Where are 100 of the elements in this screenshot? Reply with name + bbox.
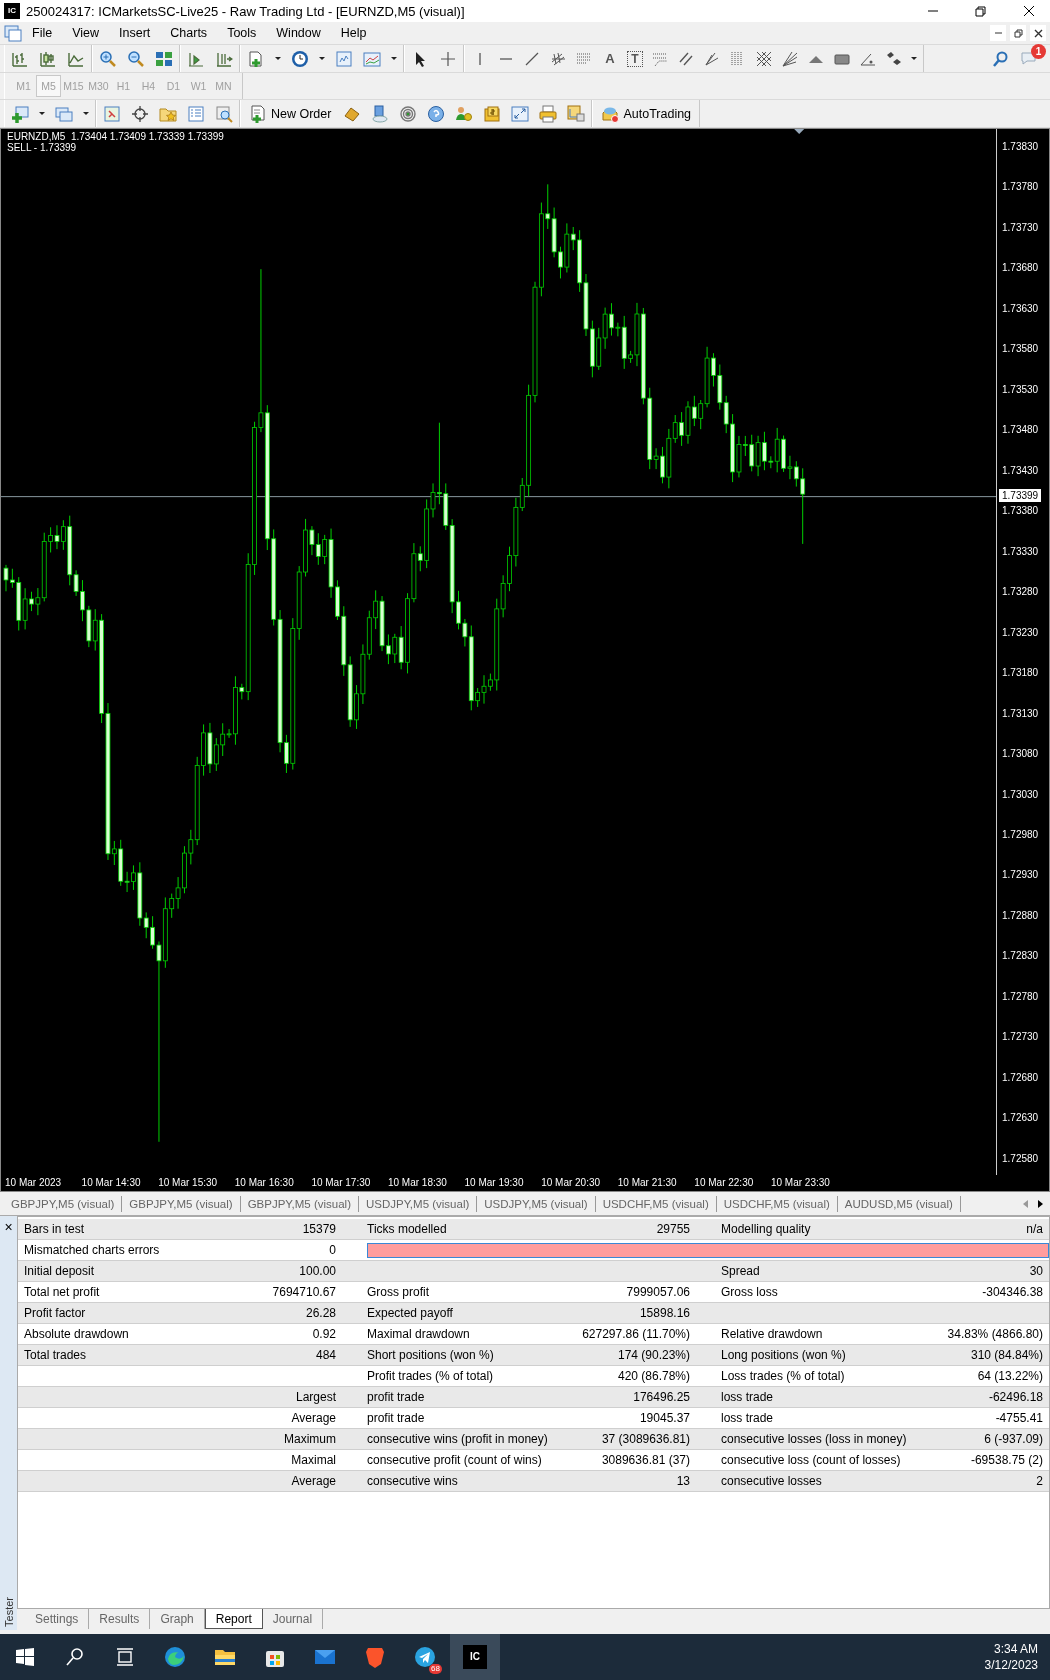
stat-label: Gross loss [720,1285,779,1299]
stat-label: consecutive wins [366,1474,459,1488]
stat-label: Mismatched charts errors [23,1243,161,1257]
menu-item[interactable]: Window [266,23,331,43]
price-tick: 1.72980 [1001,827,1040,842]
app-logo: IC [463,1645,487,1669]
stat-label: profit trade [366,1390,426,1404]
menu-item[interactable]: Tools [217,23,267,43]
stat-label: consecutive wins (profit in money) [366,1432,549,1446]
tester-tab[interactable]: Journal [262,1609,324,1629]
clock-date: 3/12/2023 [984,1657,1038,1673]
menu-item[interactable]: Charts [160,23,218,43]
stat-label: Gross profit [366,1285,430,1299]
stat-value: 26.28 [304,1306,337,1320]
stat-label: loss trade [720,1390,775,1404]
time-tick: 10 Mar 20:30 [540,1177,602,1189]
chart-tab[interactable]: USDJPY,M5 (visual) [359,1195,478,1212]
text-label-button[interactable]: T [627,50,643,67]
stat-value: 7694710.67 [271,1285,337,1299]
stat-value: -69538.75 (2) [969,1453,1044,1467]
price-tick: 1.72930 [1001,868,1040,883]
price-tick: 1.72580 [1001,1151,1040,1166]
stat-value: 6 (-937.09) [983,1432,1044,1446]
price-tick: 1.73530 [1001,382,1040,397]
stat-value: 100.00 [298,1264,337,1278]
tester-tab[interactable]: Graph [150,1609,205,1629]
text-tool-button[interactable]: A [601,51,619,66]
order-line-label: SELL - 1.73399 [7,142,78,153]
chart-tab[interactable]: USDCHF,M5 (visual) [595,1195,717,1212]
price-tick: 1.73480 [1001,423,1040,438]
chart-tab[interactable]: USDCHF,M5 (visual) [716,1195,838,1212]
menu-item[interactable]: View [62,23,110,43]
price-tick: 1.73380 [1001,504,1040,519]
stat-label: Total net profit [23,1285,101,1299]
stat-value: 420 (86.78%) [616,1369,691,1383]
stat-label: Total trades [23,1348,88,1362]
stat-value: Maximal [290,1453,337,1467]
stat-label: Profit factor [23,1306,87,1320]
price-tick: 1.73830 [1001,140,1040,154]
stat-value: 15379 [301,1222,337,1236]
stat-label: profit trade [366,1411,426,1425]
stat-value: Average [290,1411,337,1425]
stat-value: Average [290,1474,337,1488]
stat-value: 0.92 [311,1327,337,1341]
time-tick: 10 Mar 2023 [4,1177,63,1189]
stat-value: 64 (13.22%) [976,1369,1044,1383]
price-tick: 1.73330 [1001,544,1040,559]
auto-trading-button[interactable]: AutoTrading [599,101,694,126]
stat-label: Expected payoff [366,1306,454,1320]
price-tick: 1.72780 [1001,989,1040,1004]
time-tick: 10 Mar 23:30 [769,1177,831,1189]
stat-value: 15898.16 [638,1306,691,1320]
app-logo: IC [4,3,20,19]
chart-tab[interactable]: GBPJPY,M5 (visual) [122,1195,241,1212]
time-tick: 10 Mar 21:30 [616,1177,678,1189]
price-tick: 1.73580 [1001,342,1040,357]
stat-label: Relative drawdown [720,1327,824,1341]
stat-value: 174 (90.23%) [616,1348,691,1362]
tester-tab[interactable]: Results [89,1609,151,1629]
stat-value: 29755 [655,1222,691,1236]
price-tick: 1.73780 [1001,180,1040,195]
stat-value: 19045.37 [638,1411,691,1425]
stat-value: 176496.25 [632,1390,691,1404]
stat-label: Short positions (won %) [366,1348,495,1362]
price-tick: 1.73430 [1001,463,1040,478]
stat-value: Largest [294,1390,337,1404]
new-order-button[interactable]: New Order [247,101,334,126]
chart-tab[interactable]: AUDUSD,M5 (visual) [837,1195,961,1212]
chart-tab[interactable]: USDJPY,M5 (visual) [477,1195,596,1212]
current-price-label: 1.73399 [999,489,1042,502]
chart-symbol-prices: EURNZD,M5 1.73404 1.73409 1.73339 1.73399 [7,131,224,142]
price-tick: 1.72730 [1001,1030,1040,1045]
menu-item[interactable]: Help [330,23,377,43]
tester-tab[interactable]: Settings [25,1609,90,1629]
stat-label: consecutive losses [720,1474,823,1488]
price-tick: 1.73630 [1001,301,1040,316]
stat-label: Loss trades (% of total) [720,1369,846,1383]
unread-badge: 68 [429,1664,442,1674]
stat-value: Maximum [283,1432,337,1446]
window-title: 250024317: ICMarketsSC-Live25 - Raw Trading Ltd - [EURNZD,M5 (visual)] [26,3,466,19]
menu-item[interactable]: Insert [109,23,161,43]
price-tick: 1.72630 [1001,1111,1040,1126]
stat-value: -4755.41 [994,1411,1044,1425]
chart-tab[interactable]: GBPJPY,M5 (visual) [240,1195,359,1212]
tester-tab[interactable]: Report [204,1609,263,1629]
price-tick: 1.72880 [1001,908,1040,923]
stat-label: consecutive profit (count of wins) [366,1453,543,1467]
stat-label: Initial deposit [23,1264,96,1278]
menu-item[interactable]: File [22,23,63,43]
time-tick: 10 Mar 16:30 [233,1177,295,1189]
stat-label: Absolute drawdown [23,1327,130,1341]
taskbar-app[interactable]: IC [450,1634,500,1680]
stat-label: Ticks modelled [366,1222,448,1236]
stat-value: 37 (3089636.81) [600,1432,691,1446]
chart-tab[interactable]: GBPJPY,M5 (visual) [4,1195,123,1212]
price-tick: 1.73130 [1001,706,1040,721]
close-button[interactable]: × [4,1220,13,1234]
taskbar-app[interactable]: 68 [400,1634,450,1680]
stat-label: Profit trades (% of total) [366,1369,495,1383]
price-tick: 1.72680 [1001,1070,1040,1085]
